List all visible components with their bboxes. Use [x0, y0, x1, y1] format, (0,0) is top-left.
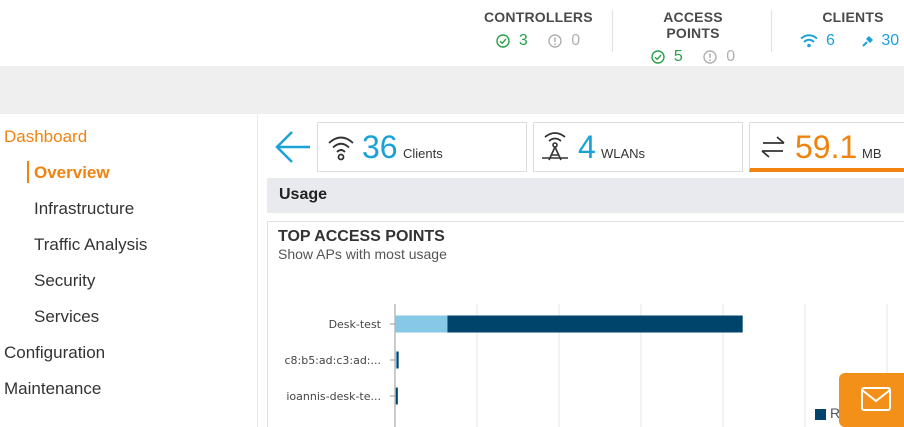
- mail-icon: [861, 387, 891, 411]
- alert-circle-icon: [703, 50, 717, 64]
- sidebar-item-dashboard[interactable]: Dashboard: [4, 127, 87, 147]
- sidebar-item-traffic-analysis[interactable]: Traffic Analysis: [34, 235, 147, 255]
- category-label: c8:b5:ad:c3:ad:...: [284, 354, 381, 367]
- legend-swatch: [815, 409, 826, 420]
- wifi-icon: [800, 34, 818, 48]
- bar-segment-series-1: [396, 351, 399, 369]
- controllers-stat[interactable]: CONTROLLERS 3 0: [484, 9, 593, 53]
- controllers-title: CONTROLLERS: [484, 9, 593, 25]
- access-points-stat[interactable]: ACCESS POINTS 5 0: [637, 9, 749, 69]
- usage-section-header: Usage: [267, 178, 904, 213]
- wlans-tile-unit: WLANs: [601, 146, 646, 161]
- panel-subtitle: Show APs with most usage: [278, 246, 447, 262]
- divider: [771, 10, 772, 52]
- check-circle-icon: [651, 50, 665, 64]
- sidebar-item-services[interactable]: Services: [34, 307, 99, 327]
- check-circle-icon: [496, 34, 510, 48]
- clients-tile-unit: Clients: [403, 146, 443, 161]
- category-label: ioannis-desk-te...: [286, 390, 381, 403]
- usage-section-title: Usage: [279, 186, 328, 203]
- sidebar-item-infrastructure[interactable]: Infrastructure: [34, 199, 134, 219]
- clients-stat[interactable]: CLIENTS 6 30: [794, 9, 904, 53]
- bar-segment-series-1: [395, 387, 398, 405]
- usage-tile[interactable]: 59.1 MB: [749, 122, 904, 172]
- sidebar-item-configuration[interactable]: Configuration: [4, 343, 105, 363]
- clients-tile-value: 36: [362, 129, 398, 165]
- wlans-tile[interactable]: 4 WLANs: [533, 122, 743, 172]
- sidebar-item-overview[interactable]: Overview: [34, 163, 110, 183]
- toolbar-band: [0, 66, 904, 114]
- wired-client-icon: [862, 36, 874, 47]
- bar-segment-series-0: [395, 315, 448, 333]
- wlans-tile-value: 4: [578, 129, 596, 165]
- clients-title: CLIENTS: [822, 9, 884, 25]
- access-points-title: ACCESS POINTS: [663, 9, 723, 41]
- clients-wired-count: 30: [881, 32, 900, 49]
- panel-title: TOP ACCESS POINTS: [278, 228, 445, 245]
- wifi-icon: [328, 136, 354, 161]
- top-access-points-chart: Desk-test c8:b5:ad:c3:ad:... ioannis-desk-…: [284, 304, 888, 427]
- transfer-arrows-icon: [761, 136, 785, 158]
- sidebar-item-security[interactable]: Security: [34, 271, 95, 291]
- sidebar-item-maintenance[interactable]: Maintenance: [4, 379, 101, 399]
- controllers-ok-count: 3: [518, 32, 528, 49]
- category-label: Desk-test: [329, 318, 382, 331]
- alert-circle-icon: [548, 34, 562, 48]
- active-indicator: [27, 161, 29, 183]
- usage-tile-value: 59.1: [795, 129, 858, 165]
- controllers-down-count: 0: [571, 32, 581, 49]
- divider: [612, 10, 613, 52]
- usage-tile-unit: MB: [862, 146, 882, 161]
- access-points-ok-count: 5: [673, 48, 683, 65]
- feedback-button[interactable]: [839, 373, 904, 427]
- bar-segment-series-1: [447, 315, 743, 333]
- access-point-icon: [542, 132, 568, 161]
- back-arrow-icon[interactable]: [272, 126, 314, 168]
- access-points-down-count: 0: [726, 48, 736, 65]
- clients-tile[interactable]: 36 Clients: [317, 122, 527, 172]
- status-bar: CONTROLLERS 3 0 ACCESS POINTS 5 0 CLIENT…: [0, 0, 904, 66]
- clients-wireless-count: 6: [826, 32, 835, 49]
